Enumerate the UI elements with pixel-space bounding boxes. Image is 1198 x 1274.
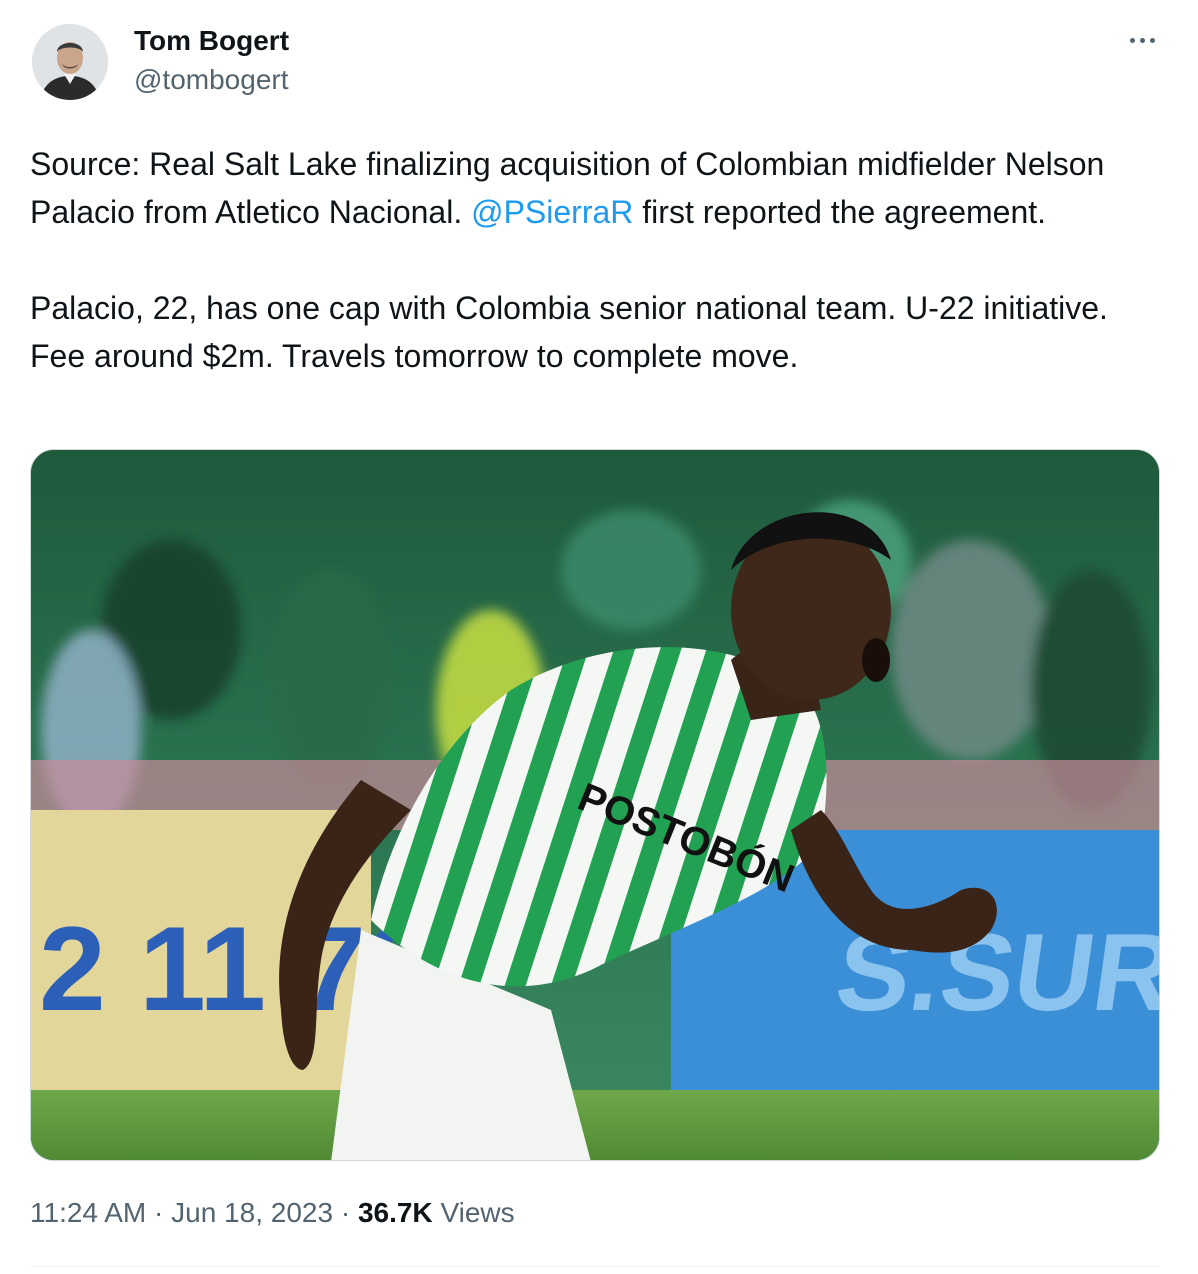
meta-separator: · [146,1197,172,1228]
tweet-time[interactable]: 11:24 AM [30,1197,146,1228]
dot [1149,37,1155,43]
tweet-date[interactable]: Jun 18, 2023 [171,1197,333,1228]
photo-illustration: 2 11 72 S.SUR.EV POSTOBÓN [31,450,1159,1160]
meta-separator: · [333,1197,358,1228]
avatar-image [32,24,108,100]
divider [30,1266,1160,1267]
tweet-card: Tom Bogert @tombogert Source: Real Salt … [0,0,1198,1274]
author-handle[interactable]: @tombogert [134,63,289,97]
dot [1139,37,1145,43]
mention-link[interactable]: @PSierraR [471,194,633,230]
tweet-text: Source: Real Salt Lake finalizing acquis… [30,140,1150,380]
dot [1129,37,1135,43]
avatar[interactable] [32,24,108,100]
views-count[interactable]: 36.7K [358,1197,433,1228]
tweet-paragraph-2: Palacio, 22, has one cap with Colombia s… [30,290,1108,374]
tweet-paragraph-1: Source: Real Salt Lake finalizing acquis… [30,140,1150,236]
views-label: Views [440,1197,515,1228]
tweet-meta: 11:24 AM · Jun 18, 2023 · 36.7K Views [30,1196,515,1230]
more-horizontal-icon[interactable] [1120,22,1164,58]
tweet-photo[interactable]: 2 11 72 S.SUR.EV POSTOBÓN [30,449,1160,1161]
author-name[interactable]: Tom Bogert [134,24,289,58]
paragraph-1-text-b: first reported the agreement. [633,194,1047,230]
